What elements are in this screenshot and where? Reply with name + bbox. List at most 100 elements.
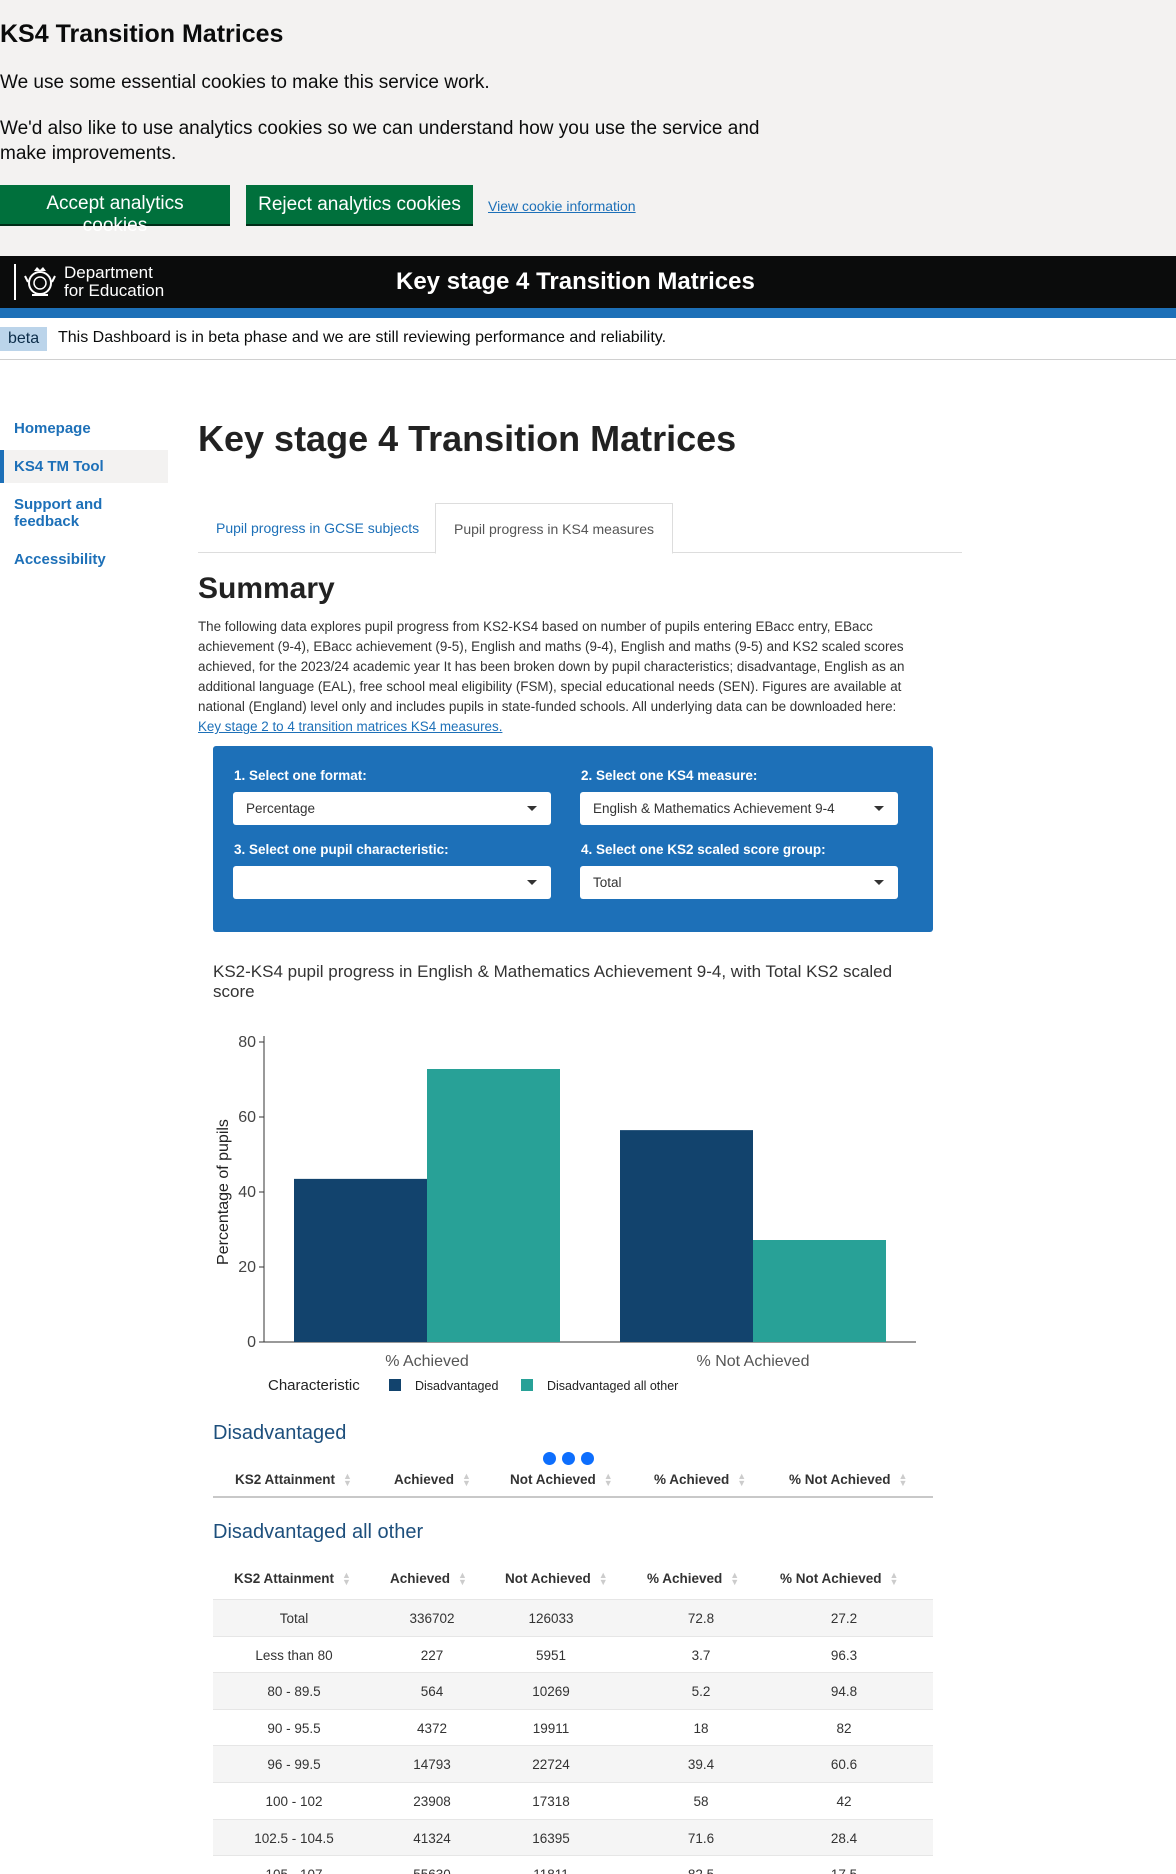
table-disadvantaged-header: KS2 Attainment ▲ ▼ Achieved ▲ ▼ Not Achieved… [213,1462,933,1498]
column-header[interactable]: Achieved ▲ ▼ [390,1570,467,1588]
summary-text: The following data explores pupil progre… [198,619,905,734]
bar-disadvantaged [294,1178,427,1342]
y-tick-label: 60 [238,1109,256,1126]
table-cell: 14793 [413,1757,451,1773]
sort-icon: ▲ ▼ [730,1570,740,1588]
y-tick-label: 80 [238,1034,256,1051]
legend-swatch [389,1379,401,1391]
tab-bar: Pupil progress in GCSE subjects Pupil pr… [198,503,962,554]
table-cell: 564 [420,1684,444,1700]
table-cell: 96.3 [830,1647,858,1663]
ks2-score-group-select[interactable]: Total [580,866,898,899]
download-data-link[interactable]: Key stage 2 to 4 transition matrices KS4… [198,719,502,734]
table-row: Less than 80 227 5951 3.7 96.3 [213,1635,933,1673]
chevron-down-icon [874,806,884,811]
pupil-characteristic-label: 3. Select one pupil characteristic: [234,842,449,857]
table-cell: 71.6 [687,1830,715,1846]
reject-cookies-button[interactable]: Reject analytics cookies [246,185,473,224]
table-disadvantaged-other-header: KS2 Attainment ▲ ▼ Achieved ▲ ▼ Not Achieved… [213,1561,933,1597]
cookie-info-link[interactable]: View cookie information [488,198,636,214]
table-disadvantaged-other-body: Total 336702 126033 72.8 27.2 Less than 80 227… [213,1599,933,1874]
legend-title: Characteristic [268,1377,360,1394]
legend-swatch [521,1379,533,1391]
cookie-banner: KS4 Transition Matrices We use some esse… [0,0,1176,256]
site-header: Department for Education Key stage 4 Tra… [0,256,1176,308]
accept-cookies-button[interactable]: Accept analytics cookies [0,185,230,236]
bar-disadvantaged [620,1130,753,1342]
table-cell: 82 [836,1720,852,1736]
table-cell: Less than 80 [255,1647,333,1663]
column-header[interactable]: KS2 Attainment ▲ ▼ [234,1571,351,1587]
sidebar-item-ks4-tm-tool[interactable]: KS4 TM Tool [0,450,168,483]
beta-banner: beta This Dashboard is in beta phase and… [0,318,1176,360]
table-row: 90 - 95.5 4372 19911 18 82 [213,1708,933,1746]
chevron-down-icon [874,880,884,885]
format-select[interactable]: Percentage [233,792,551,825]
table-cell: 11811 [491,1867,611,1874]
tab-ks4-measures[interactable]: Pupil progress in KS4 measures [435,503,673,554]
table-cell: 19911 [532,1720,570,1736]
table-cell: 100 - 102 [265,1793,323,1809]
pupil-characteristic-select[interactable] [233,866,551,899]
sort-icon: ▲ ▼ [898,1471,908,1489]
dfe-logo[interactable]: Department for Education [14,262,164,302]
column-header[interactable]: % Achieved ▲ ▼ [654,1471,747,1489]
table-cell: 102.5 - 104.5 [254,1830,334,1846]
royal-crest-icon [24,267,56,296]
table-cell: 82.5 [641,1867,761,1874]
table-cell: 105 - 107 [234,1867,354,1874]
bar-disadvantaged-all-other [427,1069,560,1342]
format-label: 1. Select one format: [234,768,367,783]
table-cell: 90 - 95.5 [267,1720,321,1736]
dept-name-line2: for Education [64,281,165,300]
ks4-measure-select[interactable]: English & Mathematics Achievement 9-4 [580,792,898,825]
column-header[interactable]: Not Achieved ▲ ▼ [505,1571,608,1587]
table-cell: 27.2 [830,1611,858,1626]
column-header[interactable]: Not Achieved ▲ ▼ [510,1471,613,1489]
table-cell: 42 [836,1793,852,1809]
table-cell: 5951 [535,1647,567,1663]
sort-icon: ▲ ▼ [737,1471,747,1489]
table-row: 80 - 89.5 564 10269 5.2 94.8 [213,1672,933,1709]
table-cell: 4372 [416,1720,448,1736]
table-cell: 58 [693,1793,709,1809]
column-header[interactable]: % Achieved ▲ ▼ [647,1570,740,1588]
sort-icon: ▲ ▼ [603,1471,613,1489]
dept-name-line1: Department [64,263,153,282]
table-cell: 336702 [409,1611,455,1626]
table-row: 96 - 99.5 14793 22724 39.4 60.6 [213,1745,933,1782]
x-tick-label: % Achieved [385,1353,469,1370]
table-cell: 17318 [532,1793,570,1809]
sidebar-item-homepage[interactable]: Homepage [0,412,168,445]
table-cell: 10269 [532,1684,570,1700]
table-cell: 28.4 [830,1830,858,1846]
column-header[interactable]: KS2 Attainment ▲ ▼ [235,1471,352,1489]
table-cell: 23908 [413,1793,451,1809]
table-cell: 60.6 [830,1757,858,1773]
sidebar-item-accessibility[interactable]: Accessibility [0,543,168,576]
column-header[interactable]: Achieved ▲ ▼ [394,1472,471,1488]
table-cell: 72.8 [687,1611,715,1626]
chevron-down-icon [527,806,537,811]
table-cell: 3.7 [691,1647,711,1663]
sort-icon: ▲ ▼ [458,1570,467,1588]
sort-icon: ▲ ▼ [889,1570,899,1588]
column-header[interactable]: % Not Achieved ▲ ▼ [789,1471,908,1489]
ks2-score-group-label: 4. Select one KS2 scaled score group: [581,842,826,857]
sort-icon: ▲ ▼ [343,1471,352,1489]
table-cell: 126033 [528,1611,574,1626]
table-row: 105 - 107 5563011811 82.5 17.5 [213,1855,933,1874]
summary-heading: Summary [198,572,335,605]
tab-gcse-subjects[interactable]: Pupil progress in GCSE subjects [198,503,437,554]
legend-label: Disadvantaged [415,1379,498,1393]
sidebar-item-support[interactable]: Support and feedback [0,488,130,538]
chevron-down-icon [527,880,537,885]
chart-title: KS2-KS4 pupil progress in English & Math… [213,962,893,1001]
cookie-banner-title: KS4 Transition Matrices [0,20,284,48]
column-header[interactable]: % Not Achieved ▲ ▼ [780,1570,899,1588]
table-cell: 17.5 [784,1867,904,1874]
ks4-measure-label: 2. Select one KS4 measure: [581,768,758,783]
table-cell: 18 [693,1720,709,1736]
beta-message: This Dashboard is in beta phase and we a… [58,329,667,346]
table-cell: 39.4 [687,1757,715,1773]
